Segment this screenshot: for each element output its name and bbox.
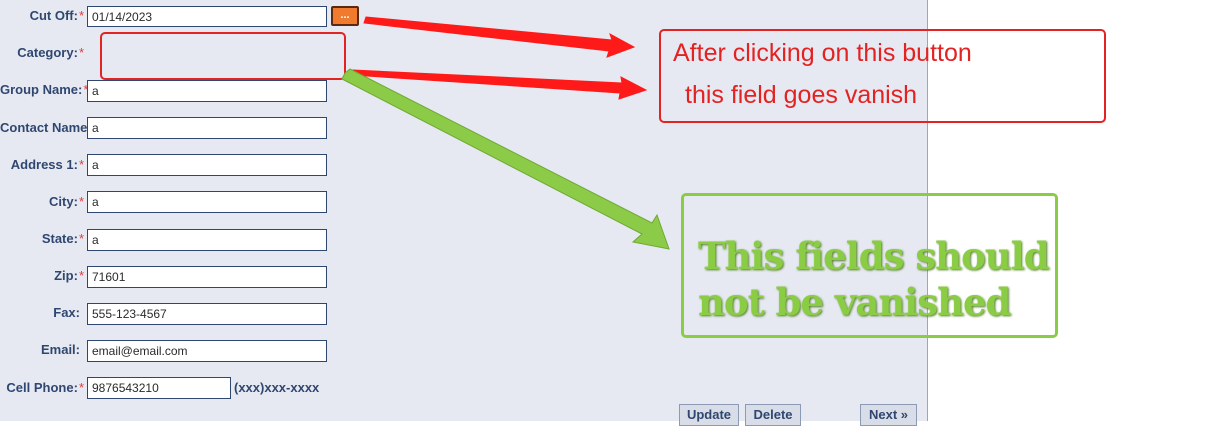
red-callout-line1: After clicking on this button (673, 39, 972, 67)
green-callout-box: This fields should not be vanished (681, 193, 1058, 338)
red-arrow-top (363, 16, 636, 58)
green-callout-line2: not be vanished (698, 280, 1011, 324)
green-callout-line1: This fields should (698, 234, 1050, 278)
red-callout-box: After clicking on this button this field… (659, 29, 1106, 123)
red-callout-line2: this field goes vanish (685, 81, 918, 109)
